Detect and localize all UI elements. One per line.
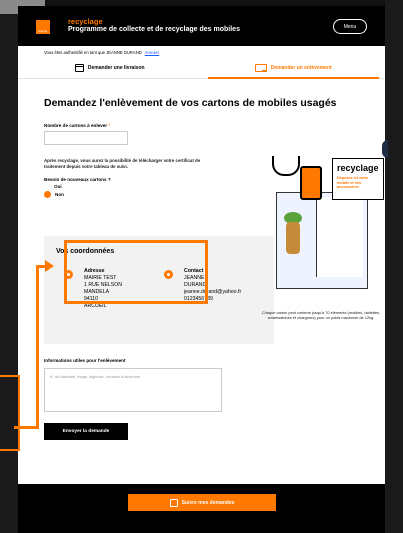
site-title: Programme de collecte et de recyclage de… xyxy=(68,26,240,33)
recycling-box-side xyxy=(316,197,363,277)
orange-logo[interactable]: orange xyxy=(36,20,50,34)
useful-info-label: Informations utiles pour l'enlèvement xyxy=(44,358,126,363)
address-line: ARCUEIL xyxy=(84,303,107,309)
plant-icon xyxy=(286,222,300,254)
option-no-label: Non xyxy=(55,192,64,197)
truck-icon xyxy=(254,64,267,72)
menu-button[interactable]: Menu xyxy=(333,19,367,34)
dark-surround-left xyxy=(0,0,18,533)
page-title: Demandez l'enlèvement de vos cartons de … xyxy=(44,97,337,109)
side-edge-tab xyxy=(382,140,388,158)
orange-logo-text: orange xyxy=(38,29,48,33)
useful-info-textarea[interactable]: n° du bâtiment, étage, digicode, horaire… xyxy=(44,368,222,412)
calendar-icon xyxy=(169,498,178,507)
certificate-info-text: Après recyclage, vous aurez la possibili… xyxy=(44,158,201,169)
annotation-bracket-left xyxy=(0,375,20,451)
brand-name: recyclage xyxy=(68,17,103,26)
coordinates-highlight-frame xyxy=(64,240,208,304)
option-yes-label: Oui xyxy=(54,184,62,189)
site-header: orange recyclage Programme de collecte e… xyxy=(18,6,385,46)
radio-no-selected[interactable] xyxy=(44,191,51,198)
tabs: Demander une livraison Demander un enlèv… xyxy=(18,58,385,79)
lid-subtitle: Déposez ici votre mobile et ses accessoi… xyxy=(337,176,369,189)
lid-brand: recyclage xyxy=(337,163,379,173)
annotation-arrow-bottom xyxy=(14,426,39,429)
cartons-count-input[interactable] xyxy=(44,131,128,145)
phone-icon xyxy=(300,166,322,200)
box-icon xyxy=(74,64,84,72)
box-lid: recyclage Déposez ici votre mobile et se… xyxy=(332,158,384,200)
tab-label: Demander un enlèvement xyxy=(270,65,332,71)
recycling-box-illustration: recyclage Déposez ici votre mobile et se… xyxy=(256,152,385,312)
dark-surround-right xyxy=(385,0,403,533)
annotation-arrow-head xyxy=(45,260,54,272)
textarea-placeholder: n° du bâtiment, étage, digicode, horaire… xyxy=(50,374,141,379)
submit-request-button[interactable]: Envoyer la demande xyxy=(44,423,128,440)
cancel-auth-link[interactable]: Annuler xyxy=(145,50,159,55)
site-frame: orange recyclage Programme de collecte e… xyxy=(18,6,385,533)
auth-bar: Vous êtes authentifié en tant que JEANNE… xyxy=(18,46,385,58)
annotation-arrow-vertical xyxy=(36,267,39,429)
tab-demander-livraison[interactable]: Demander une livraison xyxy=(18,58,202,78)
stethoscope-icon xyxy=(272,156,300,176)
follow-requests-label: Suivre mes demandes xyxy=(181,499,235,506)
follow-requests-button[interactable]: Suivre mes demandes xyxy=(128,494,276,511)
footer: Suivre mes demandes xyxy=(18,484,385,533)
box-capacity-caption: Chaque carton peut contenir jusqu'à 70 é… xyxy=(261,310,381,320)
required-mark: * xyxy=(108,123,111,128)
tab-demander-enlevement[interactable]: Demander un enlèvement xyxy=(202,58,386,79)
cartons-label: Nombre de cartons à enlever * xyxy=(44,123,359,128)
auth-text: Vous êtes authentifié en tant que JEANNE… xyxy=(44,49,142,55)
cartons-label-text: Nombre de cartons à enlever xyxy=(44,123,108,128)
tab-label: Demander une livraison xyxy=(87,65,145,71)
